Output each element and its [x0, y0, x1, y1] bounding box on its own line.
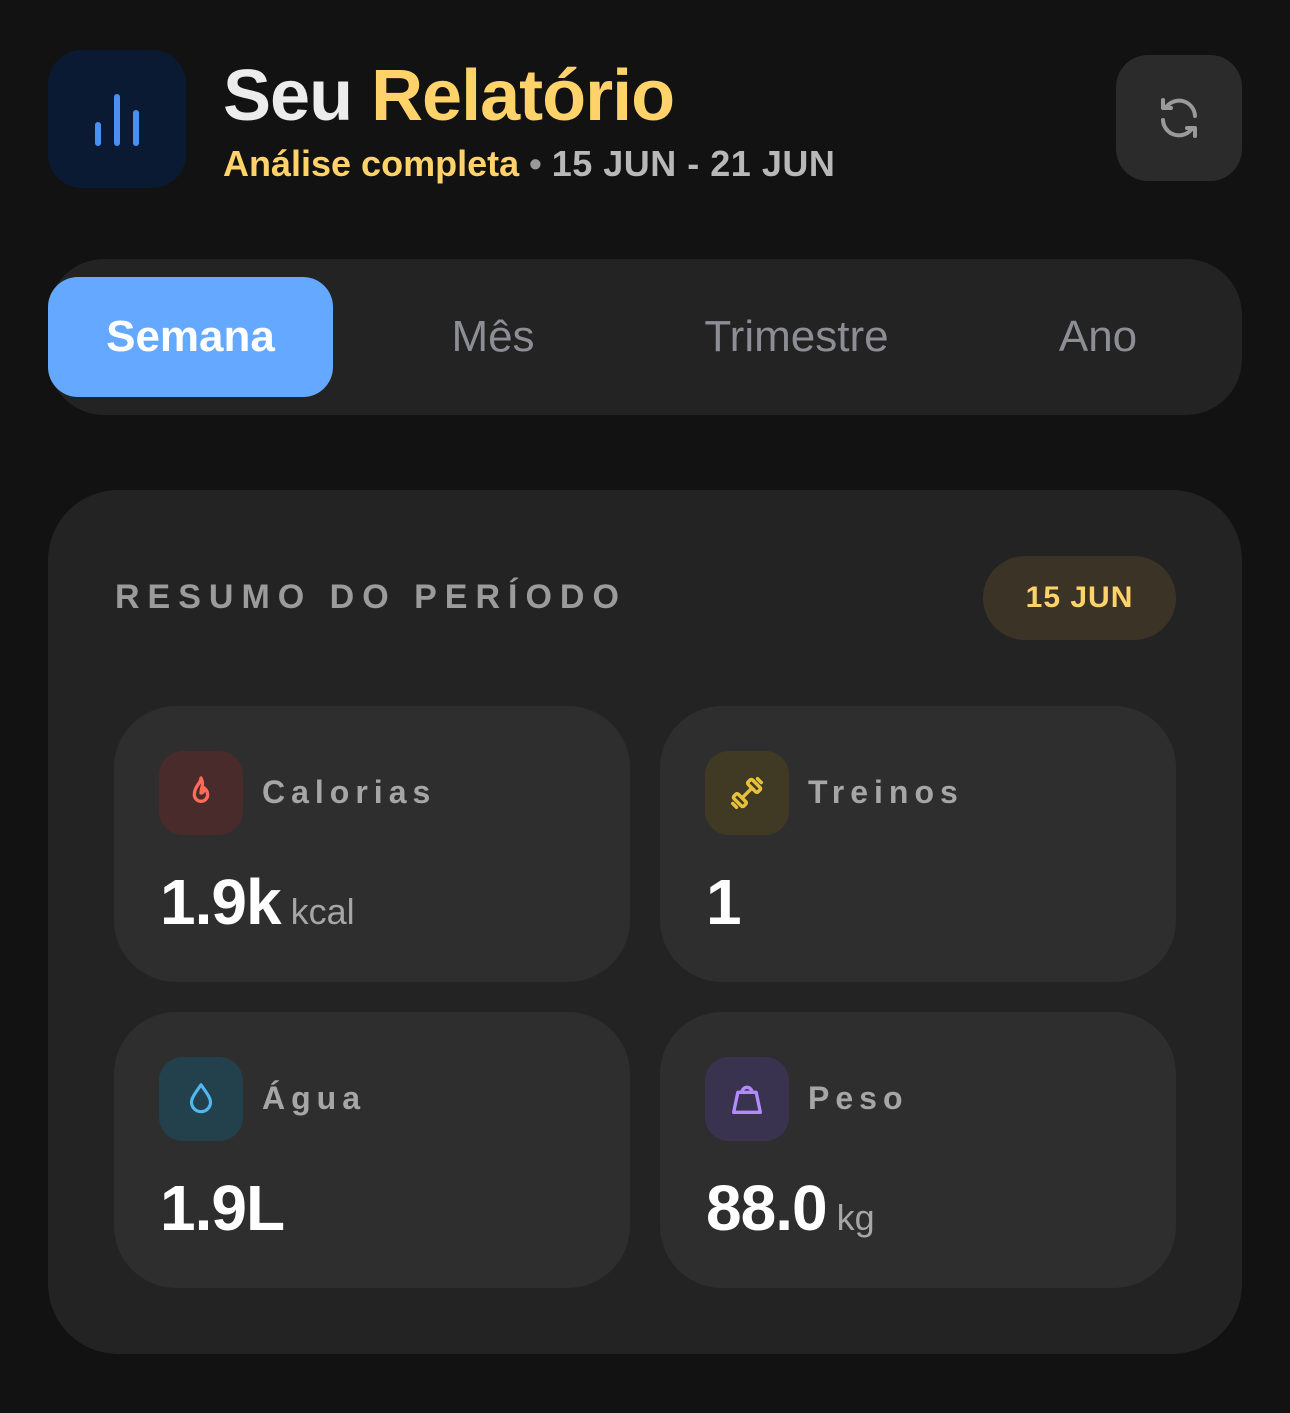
stat-label: Treinos — [808, 774, 964, 810]
stat-number: 1 — [706, 866, 742, 938]
flame-icon-tile — [159, 751, 243, 835]
page-title: Seu Relatório — [223, 56, 675, 136]
stat-value: 1.9L — [160, 1172, 285, 1262]
stat-number: 1.9L — [160, 1172, 285, 1244]
stat-unit: kcal — [290, 891, 355, 932]
stat-number: 1.9k — [160, 866, 282, 938]
stat-value: 1 — [706, 866, 742, 956]
period-summary-card: RESUMO DO PERÍODO 15 JUN Calorias 1.9k kc… — [48, 490, 1242, 1354]
dumbbell-icon-tile — [705, 751, 789, 835]
stat-number: 88.0 — [706, 1172, 828, 1244]
stat-label: Calorias — [262, 774, 437, 810]
page-subtitle: Análise completa • 15 JUN - 21 JUN — [223, 144, 835, 184]
water-drop-icon — [189, 1083, 213, 1114]
header: Seu Relatório Análise completa • 15 JUN - … — [48, 48, 1242, 188]
date-badge[interactable]: 15 JUN — [983, 556, 1176, 640]
subtitle-highlight: Análise completa — [223, 143, 520, 184]
bar-chart-icon — [95, 94, 139, 146]
refresh-icon — [1161, 98, 1197, 138]
stat-card-treinos[interactable]: Treinos 1 — [660, 706, 1176, 982]
weight-icon — [732, 1085, 762, 1114]
flame-icon — [192, 776, 210, 803]
stat-label: Peso — [808, 1080, 909, 1116]
stat-value: 88.0 kg — [706, 1172, 875, 1262]
tab-semana[interactable]: Semana — [48, 277, 333, 397]
stat-value: 1.9k kcal — [160, 866, 355, 956]
title-part-2: Relatório — [371, 56, 675, 136]
dumbbell-icon — [731, 777, 763, 809]
title-part-1: Seu — [223, 56, 353, 136]
tab-ano[interactable]: Ano — [953, 277, 1243, 397]
date-range: 15 JUN - 21 JUN — [551, 143, 836, 184]
stat-unit: kg — [836, 1197, 875, 1238]
stat-label: Água — [262, 1080, 366, 1116]
refresh-button[interactable] — [1116, 55, 1242, 181]
stat-card-calorias[interactable]: Calorias 1.9k kcal — [114, 706, 630, 982]
app-logo — [48, 50, 186, 188]
weight-icon-tile — [705, 1057, 789, 1141]
water-drop-icon-tile — [159, 1057, 243, 1141]
summary-title: RESUMO DO PERÍODO — [115, 578, 627, 616]
tab-mes[interactable]: Mês — [348, 277, 638, 397]
stat-card-agua[interactable]: Água 1.9L — [114, 1012, 630, 1288]
period-tabs: Semana Mês Trimestre Ano — [48, 259, 1242, 415]
tab-trimestre[interactable]: Trimestre — [648, 277, 945, 397]
stat-card-peso[interactable]: Peso 88.0 kg — [660, 1012, 1176, 1288]
subtitle-separator: • — [529, 143, 542, 184]
